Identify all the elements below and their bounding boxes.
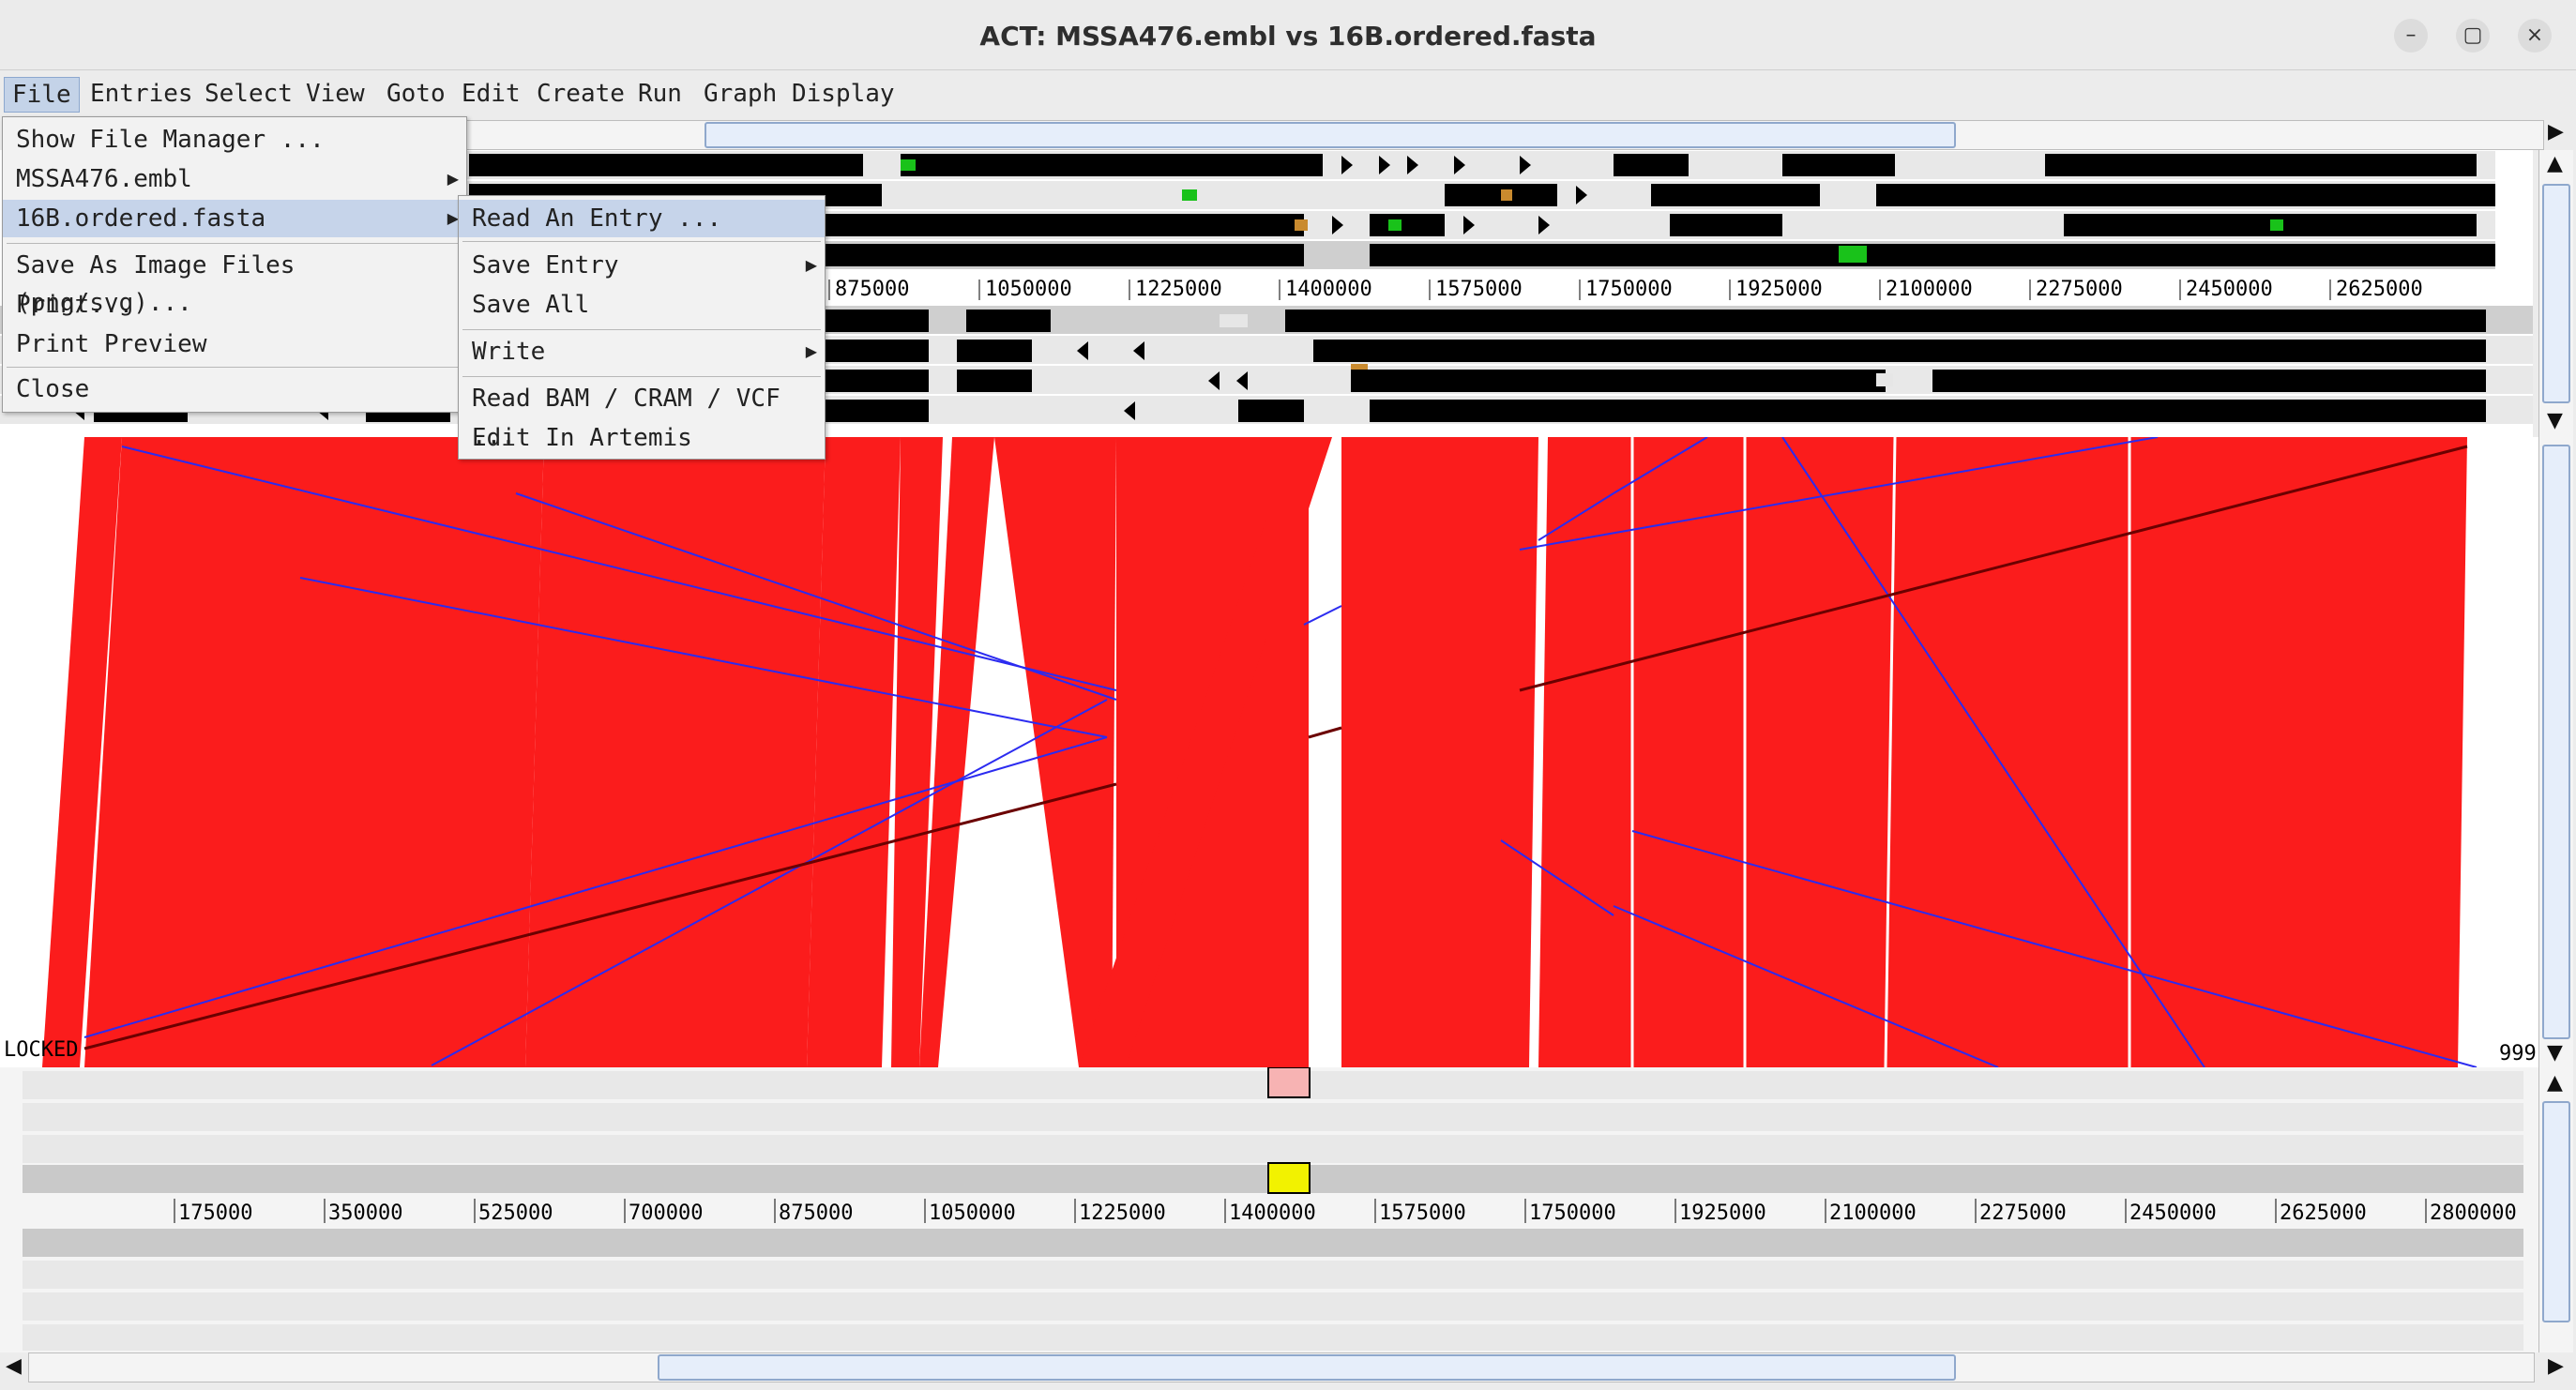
top-ruler-label: 2275000	[2036, 278, 2123, 301]
menu-item-edit-in-artemis[interactable]: Edit In Artemis	[459, 419, 825, 457]
bottom-ruler-label: 350000	[328, 1201, 402, 1225]
menu-run[interactable]: Run	[630, 77, 689, 111]
bottom-ruler-label: 1400000	[1229, 1201, 1316, 1225]
top-ruler-label: 875000	[835, 278, 909, 301]
selection-marker	[1267, 1162, 1311, 1194]
top-ruler-label: 1050000	[985, 278, 1072, 301]
close-button[interactable]: ×	[2518, 19, 2552, 53]
top-ruler-label: 1575000	[1435, 278, 1523, 301]
bottom-scroll-thumb[interactable]	[658, 1354, 1956, 1381]
menu-item-label: MSSA476.embl	[16, 165, 192, 193]
window-title: ACT: MSSA476.embl vs 16B.ordered.fasta	[979, 21, 1597, 52]
bottom-ruler-label: 2450000	[2129, 1201, 2217, 1225]
menu-goto[interactable]: Goto	[379, 77, 453, 111]
menu-create[interactable]: Create	[529, 77, 632, 111]
bottom-panel-vertical-scrollbar[interactable]: ▲	[2538, 1067, 2573, 1352]
top-ruler-label: 2625000	[2336, 278, 2423, 301]
bottom-ruler-label: 1225000	[1079, 1201, 1166, 1225]
menu-separator	[7, 367, 462, 368]
title-bar: ACT: MSSA476.embl vs 16B.ordered.fasta –…	[0, 0, 2576, 70]
bottom-ruler-label: 1750000	[1529, 1201, 1616, 1225]
bottom-panel-scroll-thumb[interactable]	[2542, 1101, 2570, 1322]
scroll-down-arrow-icon[interactable]: ▼	[2547, 1041, 2563, 1065]
bottom-ruler-label: 2625000	[2280, 1201, 2367, 1225]
menu-file[interactable]: File	[4, 77, 80, 113]
menu-item-mssa476-embl[interactable]: MSSA476.embl ▶	[3, 160, 466, 198]
bottom-ruler-label: 875000	[779, 1201, 853, 1225]
bottom-horizontal-scrollbar[interactable]	[28, 1352, 2535, 1382]
menu-separator	[462, 376, 821, 377]
menu-entries[interactable]: Entries	[83, 77, 201, 111]
menu-item-print-preview[interactable]: Print Preview	[3, 325, 466, 363]
match-blocks	[42, 437, 2467, 1067]
scroll-down-arrow-icon[interactable]: ▼	[2547, 409, 2563, 432]
minimize-button[interactable]: –	[2394, 19, 2428, 53]
locked-label: LOCKED	[4, 1038, 78, 1062]
score-label: 999	[2499, 1042, 2537, 1065]
bottom-ruler-label: 2100000	[1829, 1201, 1917, 1225]
menu-view[interactable]: View	[298, 77, 372, 111]
menu-separator	[462, 241, 821, 242]
top-panel-scroll-thumb[interactable]	[2542, 184, 2570, 403]
comparison-marker	[1267, 1067, 1311, 1098]
menu-item-read-an-entry[interactable]: Read An Entry ...	[459, 200, 825, 237]
top-ruler-label: 1225000	[1135, 278, 1222, 301]
scroll-right-arrow-icon[interactable]: ▶	[2548, 1354, 2564, 1378]
menu-edit[interactable]: Edit	[454, 77, 528, 111]
top-panel-vertical-scrollbar[interactable]: ▲ ▼	[2538, 150, 2573, 437]
menu-item-save-all[interactable]: Save All	[459, 286, 825, 324]
submenu-arrow-icon: ▶	[447, 170, 459, 188]
menu-bar: File Entries Select View Goto Edit Creat…	[0, 71, 2576, 116]
bottom-ruler-label: 1575000	[1379, 1201, 1466, 1225]
entry-submenu: Read An Entry ... Save Entry ▶ Save All W…	[458, 195, 826, 460]
submenu-arrow-icon: ▶	[805, 342, 817, 360]
menu-item-print[interactable]: Print...	[3, 286, 466, 324]
submenu-arrow-icon: ▶	[805, 256, 817, 274]
bottom-ruler-label: 525000	[478, 1201, 553, 1225]
top-ruler-label: 2100000	[1886, 278, 1973, 301]
menu-item-label: 16B.ordered.fasta	[16, 204, 266, 233]
file-menu: Show File Manager ... MSSA476.embl ▶ 16B.…	[2, 116, 467, 413]
menu-item-save-as-image[interactable]: Save As Image Files (png/svg)...	[3, 247, 466, 317]
bottom-ruler-label: 700000	[629, 1201, 703, 1225]
menu-item-write[interactable]: Write ▶	[459, 333, 825, 370]
bottom-ruler-label: 2275000	[1979, 1201, 2067, 1225]
comparison-panel: LOCKED 999	[0, 437, 2538, 1067]
menu-display[interactable]: Display	[784, 77, 902, 111]
maximize-button[interactable]: ▢	[2456, 19, 2490, 53]
menu-separator	[7, 243, 462, 244]
menu-item-label: Write	[472, 338, 546, 366]
scroll-up-arrow-icon[interactable]: ▲	[2547, 152, 2563, 175]
comparison-scroll-thumb[interactable]	[2542, 445, 2570, 1039]
top-ruler-label: 1750000	[1585, 278, 1673, 301]
comparison-vertical-scrollbar[interactable]: ▼	[2538, 437, 2573, 1067]
bottom-ruler-label: 175000	[178, 1201, 252, 1225]
bottom-ruler-label: 1050000	[929, 1201, 1016, 1225]
bottom-ruler-label: 2800000	[2430, 1201, 2517, 1225]
menu-item-close[interactable]: Close	[3, 370, 466, 408]
menu-separator	[462, 329, 821, 330]
top-scroll-thumb[interactable]	[705, 122, 1956, 148]
top-ruler-label: 1925000	[1735, 278, 1823, 301]
top-horizontal-scrollbar[interactable]	[394, 120, 2544, 150]
top-ruler-label: 1400000	[1285, 278, 1372, 301]
menu-item-label: Save Entry	[472, 251, 619, 280]
menu-select[interactable]: Select	[197, 77, 300, 111]
menu-item-show-file-manager[interactable]: Show File Manager ...	[3, 121, 466, 159]
menu-item-16b-ordered-fasta[interactable]: 16B.ordered.fasta ▶	[3, 200, 466, 237]
scroll-left-arrow-icon[interactable]: ◀	[6, 1354, 22, 1378]
scroll-up-arrow-icon[interactable]: ▲	[2547, 1071, 2563, 1095]
menu-graph[interactable]: Graph	[696, 77, 784, 111]
menu-item-save-entry[interactable]: Save Entry ▶	[459, 247, 825, 284]
top-ruler-label: 2450000	[2186, 278, 2273, 301]
bottom-feature-panel: 175000 350000 525000 700000 875000 10500…	[0, 1067, 2538, 1352]
scroll-right-arrow-icon[interactable]: ▶	[2548, 120, 2564, 144]
bottom-ruler-label: 1925000	[1679, 1201, 1766, 1225]
menu-item-read-bam-cram-vcf[interactable]: Read BAM / CRAM / VCF ...	[459, 380, 825, 450]
